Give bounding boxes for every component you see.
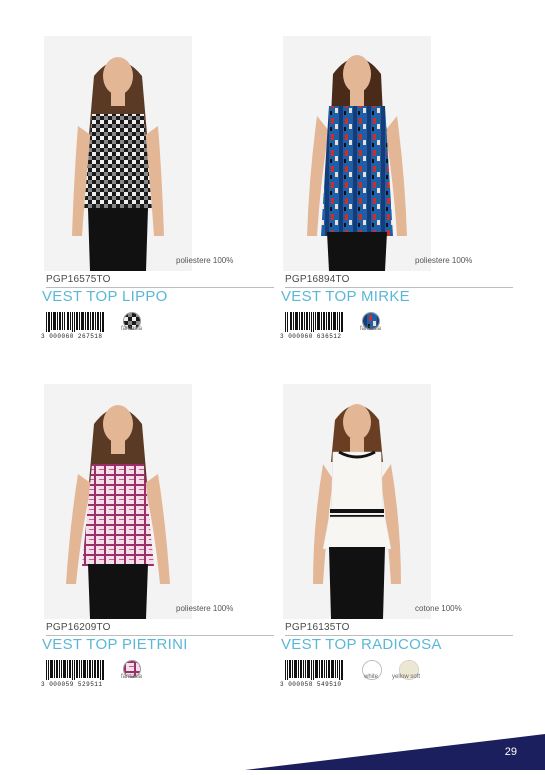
product-code: PGP16575TO bbox=[46, 274, 111, 285]
footer-shape bbox=[245, 734, 545, 770]
product-name: VEST TOP RADICOSA bbox=[281, 636, 442, 653]
product-photo bbox=[283, 36, 431, 271]
fabric-composition: cotone 100% bbox=[415, 604, 462, 613]
barcode-icon bbox=[46, 312, 104, 332]
barcode-number: 3 000060 636512 bbox=[280, 333, 342, 340]
fabric-composition: poliestere 100% bbox=[176, 604, 234, 613]
barcode-icon bbox=[285, 660, 343, 680]
barcode: 3 000058 549510 bbox=[280, 660, 345, 688]
model-wearing-purple-check-vest-top bbox=[66, 405, 170, 619]
product-photo bbox=[44, 36, 192, 271]
page-number: 29 bbox=[504, 746, 517, 758]
model-wearing-white-peplum-top bbox=[313, 404, 401, 619]
product-name: VEST TOP LIPPO bbox=[42, 288, 168, 305]
barcode-icon bbox=[46, 660, 104, 680]
product-photo bbox=[44, 384, 192, 619]
barcode-icon bbox=[285, 312, 343, 332]
barcode-number: 3 000060 267518 bbox=[41, 333, 103, 340]
swatch-label: fantasia bbox=[121, 674, 143, 680]
swatch-label: fantasia bbox=[360, 326, 382, 332]
product-card: poliestere 100% PGP16209TO VEST TOP PIET… bbox=[41, 384, 287, 714]
barcode: 3 000059 529511 bbox=[41, 660, 106, 688]
fabric-composition: poliestere 100% bbox=[176, 256, 234, 265]
barcode-number: 3 000059 529511 bbox=[41, 681, 103, 688]
product-photo bbox=[283, 384, 431, 619]
barcode: 3 000060 267518 bbox=[41, 312, 106, 340]
fabric-composition: poliestere 100% bbox=[415, 256, 473, 265]
product-card: cotone 100% PGP16135TO VEST TOP RADICOSA… bbox=[280, 384, 526, 714]
product-name: VEST TOP PIETRINI bbox=[42, 636, 188, 653]
swatch-label: white bbox=[364, 674, 379, 680]
swatch-label: yellow soft bbox=[392, 674, 421, 680]
product-name: VEST TOP MIRKE bbox=[281, 288, 410, 305]
swatch-label: fantasia bbox=[121, 326, 143, 332]
product-code: PGP16209TO bbox=[46, 622, 111, 633]
product-code: PGP16894TO bbox=[285, 274, 350, 285]
footer-band bbox=[245, 734, 545, 770]
model-wearing-ikat-vest-top bbox=[307, 55, 407, 271]
product-code: PGP16135TO bbox=[285, 622, 350, 633]
product-card: poliestere 100% PGP16575TO VEST TOP LIPP… bbox=[41, 36, 287, 366]
model-wearing-checked-vest-top bbox=[72, 57, 164, 271]
product-card: poliestere 100% PGP16894TO VEST TOP MIRK… bbox=[280, 36, 526, 366]
barcode: 3 000060 636512 bbox=[280, 312, 345, 340]
barcode-number: 3 000058 549510 bbox=[280, 681, 342, 688]
